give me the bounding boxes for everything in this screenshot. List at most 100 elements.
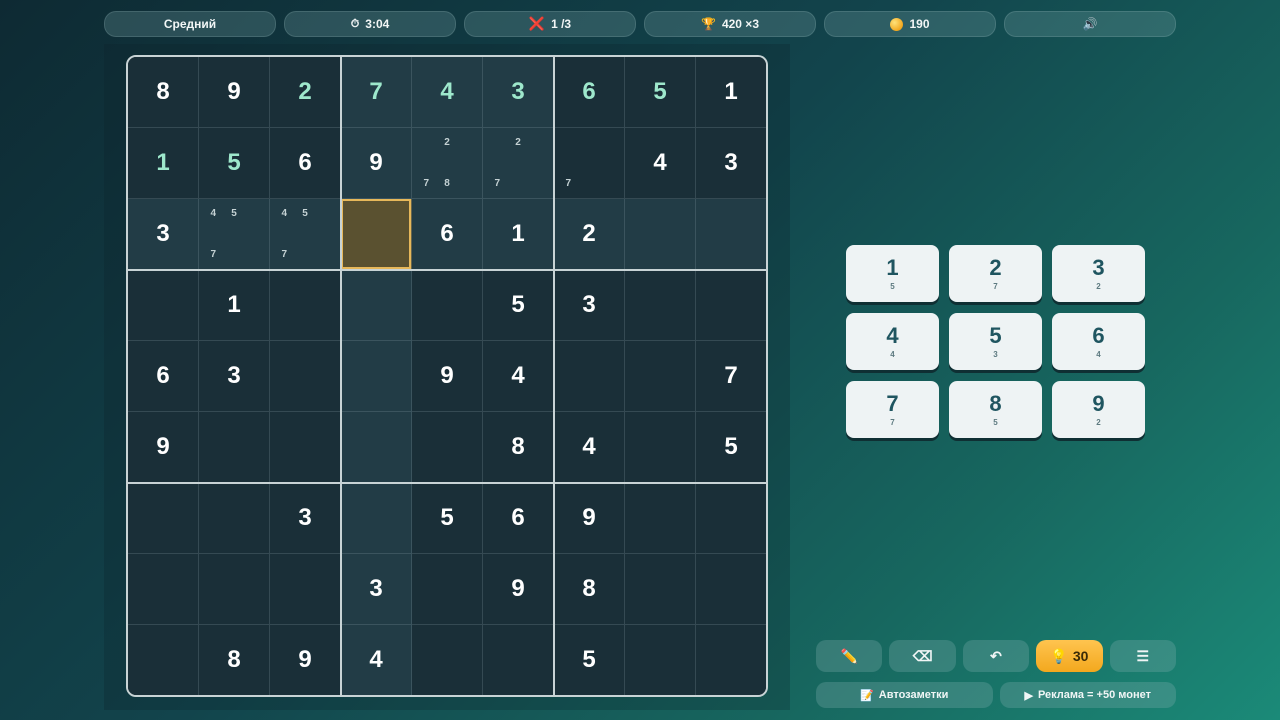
board-cell[interactable]: 8: [128, 57, 199, 128]
digit-button[interactable]: 32: [1052, 245, 1145, 302]
board-cell[interactable]: [341, 483, 412, 554]
board-cell[interactable]: 2 7 8: [412, 128, 483, 199]
digit-button[interactable]: 53: [949, 313, 1042, 370]
board-cell[interactable]: 3: [696, 128, 766, 199]
menu-button[interactable]: ☰: [1109, 640, 1177, 672]
board-cell[interactable]: [128, 483, 199, 554]
board-cell[interactable]: 4 5 7: [270, 199, 341, 270]
board-cell[interactable]: 9: [270, 625, 341, 695]
board-cell[interactable]: 6: [483, 483, 554, 554]
hint-button[interactable]: 💡 30: [1036, 640, 1103, 672]
board-cell[interactable]: [412, 270, 483, 341]
board-cell[interactable]: 3: [483, 57, 554, 128]
board-cell[interactable]: [625, 625, 696, 695]
digit-button[interactable]: 27: [949, 245, 1042, 302]
board-cell[interactable]: [128, 554, 199, 625]
board-cell[interactable]: [554, 341, 625, 412]
board-cell[interactable]: [625, 199, 696, 270]
board-cell[interactable]: 8: [554, 554, 625, 625]
board-cell[interactable]: 2: [270, 57, 341, 128]
sound-toggle[interactable]: 🔊: [1004, 11, 1176, 37]
board-cell[interactable]: 6: [128, 341, 199, 412]
watch-ad-button[interactable]: ▶ Реклама = +50 монет: [999, 682, 1176, 708]
board-cell[interactable]: 6: [412, 199, 483, 270]
board-cell[interactable]: [483, 625, 554, 695]
board-cell[interactable]: 7: [696, 341, 766, 412]
board-cell[interactable]: 4: [554, 412, 625, 483]
board-cell[interactable]: [341, 199, 412, 270]
board-cell[interactable]: [199, 483, 270, 554]
board-cell[interactable]: [270, 412, 341, 483]
board-cell[interactable]: 9: [483, 554, 554, 625]
board-cell[interactable]: 5: [696, 412, 766, 483]
board-cell[interactable]: 1: [128, 128, 199, 199]
board-cell[interactable]: 4: [625, 128, 696, 199]
board-cell[interactable]: 3: [554, 270, 625, 341]
board-cell[interactable]: 5: [483, 270, 554, 341]
board-cell[interactable]: [625, 483, 696, 554]
digit-button[interactable]: 85: [949, 381, 1042, 438]
board-cell[interactable]: [696, 483, 766, 554]
erase-button[interactable]: ⌫: [889, 640, 956, 672]
board-cell[interactable]: 7: [341, 57, 412, 128]
board-cell[interactable]: [199, 554, 270, 625]
board-cell[interactable]: [696, 270, 766, 341]
board-cell[interactable]: 2: [554, 199, 625, 270]
board-cell[interactable]: 1: [199, 270, 270, 341]
board-cell[interactable]: [625, 341, 696, 412]
board-cell[interactable]: 4: [483, 341, 554, 412]
board-cell[interactable]: 1: [483, 199, 554, 270]
autonotes-button[interactable]: 📝 Автозаметки: [816, 682, 993, 708]
board-cell[interactable]: 6: [554, 57, 625, 128]
digit-button[interactable]: 64: [1052, 313, 1145, 370]
board-cell[interactable]: [341, 270, 412, 341]
pencil-button[interactable]: ✏️: [816, 640, 883, 672]
board-cell[interactable]: 3: [128, 199, 199, 270]
board-cell[interactable]: 5: [199, 128, 270, 199]
board-cell[interactable]: 3: [270, 483, 341, 554]
board-cell[interactable]: [625, 270, 696, 341]
board-cell[interactable]: [696, 625, 766, 695]
board-cell[interactable]: 27: [483, 128, 554, 199]
board-cell[interactable]: 8: [483, 412, 554, 483]
board-cell[interactable]: 9: [412, 341, 483, 412]
board-cell[interactable]: 8: [199, 625, 270, 695]
board-cell[interactable]: 1: [696, 57, 766, 128]
board-cell[interactable]: 4: [412, 57, 483, 128]
digit-button[interactable]: 77: [846, 381, 939, 438]
board-cell[interactable]: 5: [625, 57, 696, 128]
board-cell[interactable]: 9: [341, 128, 412, 199]
board-cell[interactable]: 4: [341, 625, 412, 695]
board-cell[interactable]: 9: [554, 483, 625, 554]
board-cell[interactable]: [696, 554, 766, 625]
digit-button[interactable]: 44: [846, 313, 939, 370]
digit-button[interactable]: 92: [1052, 381, 1145, 438]
board-cell[interactable]: 7: [554, 128, 625, 199]
board-cell[interactable]: [270, 341, 341, 412]
board-cell[interactable]: [341, 412, 412, 483]
difficulty-pill[interactable]: Средний: [104, 11, 276, 37]
board-cell[interactable]: 6: [270, 128, 341, 199]
board-cell[interactable]: 9: [199, 57, 270, 128]
board-cell[interactable]: 5: [412, 483, 483, 554]
board-cell[interactable]: [625, 554, 696, 625]
board-cell[interactable]: [199, 412, 270, 483]
digit-button[interactable]: 15: [846, 245, 939, 302]
board-cell[interactable]: [128, 270, 199, 341]
board-cell[interactable]: 3: [199, 341, 270, 412]
undo-button[interactable]: ↶: [962, 640, 1030, 672]
board-cell[interactable]: 4 5 7: [199, 199, 270, 270]
board-cell[interactable]: [412, 554, 483, 625]
board-cell[interactable]: [270, 270, 341, 341]
board-cell[interactable]: 5: [554, 625, 625, 695]
board-cell[interactable]: [696, 199, 766, 270]
board-cell[interactable]: [412, 625, 483, 695]
board-cell[interactable]: [270, 554, 341, 625]
board-cell[interactable]: 9: [128, 412, 199, 483]
board-cell[interactable]: [412, 412, 483, 483]
board-cell[interactable]: [625, 412, 696, 483]
board-cell[interactable]: [128, 625, 199, 695]
cell-digit: 3: [511, 78, 525, 105]
board-cell[interactable]: [341, 341, 412, 412]
board-cell[interactable]: 3: [341, 554, 412, 625]
